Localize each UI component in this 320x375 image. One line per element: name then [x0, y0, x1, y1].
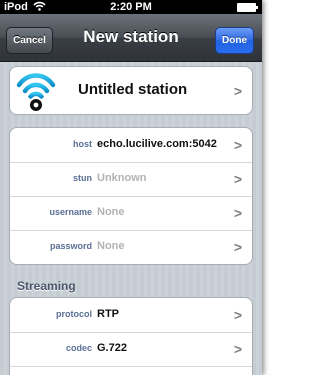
username-label: username	[49, 207, 92, 217]
codec-row[interactable]: codec G.722 >	[10, 332, 252, 367]
host-row[interactable]: host echo.lucilive.com:5042 >	[10, 128, 252, 163]
codec-value: G.722	[97, 342, 127, 354]
chevron-right-icon: >	[233, 171, 242, 187]
chevron-right-icon: >	[233, 137, 242, 153]
connection-details-group: host echo.lucilive.com:5042 > stun Unkno…	[9, 127, 253, 265]
codec-label: codec	[65, 343, 92, 353]
status-time: 2:20 PM	[110, 1, 152, 13]
username-row[interactable]: username None >	[10, 196, 252, 231]
stun-value: Unknown	[97, 172, 147, 184]
password-label: password	[49, 241, 92, 251]
done-button[interactable]: Done	[215, 27, 254, 54]
streaming-section-header: Streaming	[17, 279, 76, 293]
station-name: Untitled station	[78, 81, 188, 98]
navigation-bar: Cancel New station Done	[0, 14, 262, 62]
battery-icon	[237, 3, 258, 12]
username-value: None	[97, 206, 125, 218]
status-bar: iPod 2:20 PM	[0, 0, 262, 14]
chevron-right-icon: >	[233, 239, 242, 255]
host-value: echo.lucilive.com:5042	[97, 138, 217, 150]
protocol-value: RTP	[97, 308, 119, 320]
station-wifi-icon	[14, 67, 58, 114]
chevron-right-icon: >	[233, 83, 242, 99]
streaming-group: protocol RTP > codec G.722 >	[9, 297, 253, 375]
host-label: host	[73, 139, 92, 149]
phone-screen: iPod 2:20 PM Cancel New station Done Unt…	[0, 0, 262, 375]
chevron-right-icon: >	[233, 205, 242, 221]
stun-label: stun	[73, 173, 92, 183]
chevron-right-icon: >	[233, 341, 242, 357]
station-title-cell[interactable]: Untitled station >	[9, 66, 253, 115]
password-value: None	[97, 240, 125, 252]
stun-row[interactable]: stun Unknown >	[10, 162, 252, 197]
protocol-label: protocol	[56, 309, 92, 319]
password-row[interactable]: password None >	[10, 230, 252, 264]
protocol-row[interactable]: protocol RTP >	[10, 298, 252, 333]
chevron-right-icon: >	[233, 307, 242, 323]
